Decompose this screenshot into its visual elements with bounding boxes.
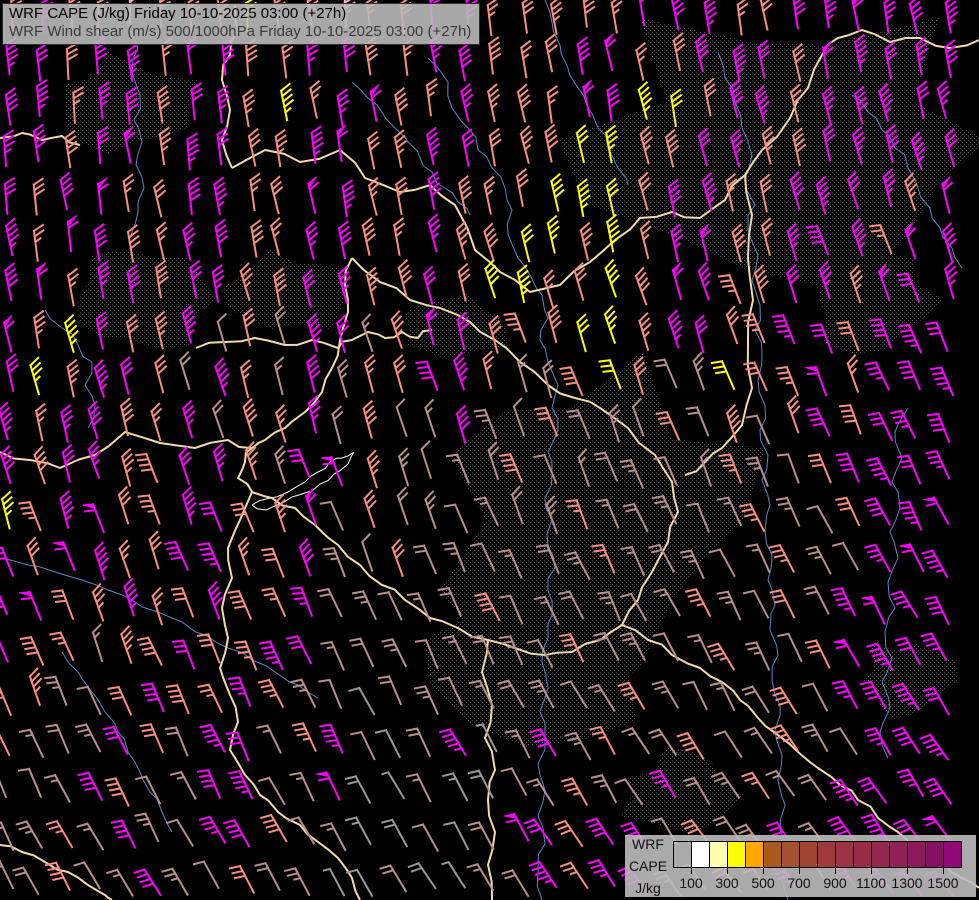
legend-tick-label: 500 (751, 875, 774, 891)
legend-cell (944, 842, 961, 867)
legend-cell (710, 842, 728, 867)
legend-tick (943, 867, 944, 874)
legend-tick (871, 867, 872, 874)
legend-tick (691, 867, 692, 874)
legend-tick-label: 900 (823, 875, 846, 891)
legend-cell (854, 842, 872, 867)
legend-cell (782, 842, 800, 867)
legend-title: WRF CAPE J/kg (625, 837, 671, 895)
legend-cell (836, 842, 854, 867)
legend-tick (907, 867, 908, 874)
legend-tick-label: 700 (787, 875, 810, 891)
legend-tick-label: 300 (715, 875, 738, 891)
legend-cell (800, 842, 818, 867)
map-title-cape: WRF CAPE (J/kg) Friday 10-10-2025 03:00 … (9, 5, 471, 23)
legend-color-bar (673, 841, 962, 868)
legend-tick (763, 867, 764, 874)
legend-tick (799, 867, 800, 874)
legend-cell (692, 842, 710, 867)
legend-cell (818, 842, 836, 867)
legend-cell (728, 842, 746, 867)
legend-tick-label: 1500 (927, 875, 958, 891)
legend-tick-label: 1300 (891, 875, 922, 891)
legend-cell (872, 842, 890, 867)
title-panel: WRF CAPE (J/kg) Friday 10-10-2025 03:00 … (2, 3, 480, 45)
legend-title-line: J/kg (635, 881, 661, 895)
cape-legend: WRF CAPE J/kg 100 300 500 700 900 1100 1300 150… (625, 835, 976, 897)
legend-cell (926, 842, 944, 867)
legend-cell (764, 842, 782, 867)
legend-title-line: WRF (632, 837, 664, 851)
legend-cell (746, 842, 764, 867)
map-title-windshear: WRF Wind shear (m/s) 500/1000hPa Friday … (9, 23, 471, 41)
legend-tick (727, 867, 728, 874)
legend-cell (908, 842, 926, 867)
weather-map (0, 0, 979, 900)
legend-tick-label: 100 (679, 875, 702, 891)
legend-cell (890, 842, 908, 867)
legend-tick (835, 867, 836, 874)
legend-title-line: CAPE (629, 859, 667, 873)
legend-tick-label: 1100 (856, 875, 886, 891)
legend-cell (674, 842, 692, 867)
